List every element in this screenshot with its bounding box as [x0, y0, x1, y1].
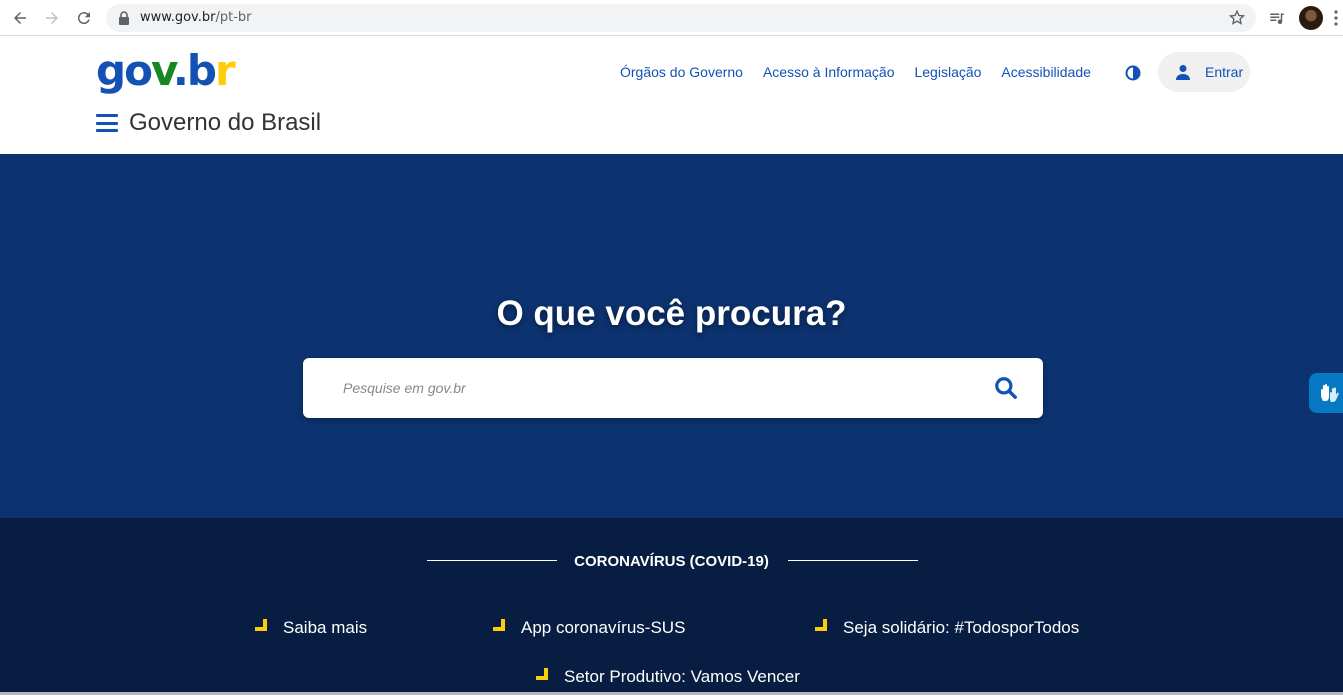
search-icon[interactable] — [993, 375, 1019, 401]
search-input[interactable] — [343, 376, 943, 400]
covid-link-app-coronavirus[interactable]: App coronavírus-SUS — [493, 618, 685, 638]
browser-toolbar: www.gov.br/pt-br — [0, 0, 1343, 36]
hamburger-menu-icon[interactable] — [96, 114, 118, 132]
user-icon — [1176, 65, 1190, 80]
lock-icon — [119, 11, 129, 25]
search-box — [303, 358, 1043, 418]
menu-row: Governo do Brasil — [96, 109, 321, 137]
nav-acesso-a-informacao[interactable]: Acesso à Informação — [763, 64, 895, 80]
site-header: gov.br Órgãos do Governo Acesso à Inform… — [0, 37, 1343, 154]
covid-link-seja-solidario[interactable]: Seja solidário: #TodosporTodos — [815, 618, 1079, 638]
url-text: www.gov.br/pt-br — [140, 10, 252, 25]
gov-br-logo[interactable]: gov.br — [96, 45, 236, 97]
covid-link-saiba-mais[interactable]: Saiba mais — [255, 618, 367, 638]
reload-icon[interactable] — [72, 6, 96, 30]
covid-title: CORONAVÍRUS (COVID-19) — [574, 553, 769, 570]
covid-link-setor-produtivo[interactable]: Setor Produtivo: Vamos Vencer — [536, 667, 800, 687]
contrast-icon[interactable] — [1125, 65, 1141, 81]
bullet-mark-icon — [493, 619, 505, 631]
kebab-icon[interactable] — [1334, 10, 1338, 26]
bullet-mark-icon — [815, 619, 827, 631]
covid-section: CORONAVÍRUS (COVID-19) Saiba mais App co… — [0, 518, 1343, 695]
forward-icon[interactable] — [40, 6, 64, 30]
vlibras-hands-icon[interactable] — [1309, 373, 1343, 413]
divider — [788, 560, 918, 561]
address-bar[interactable]: www.gov.br/pt-br — [106, 4, 1256, 32]
media-icon[interactable] — [1268, 9, 1286, 27]
nav-orgaos-do-governo[interactable]: Órgãos do Governo — [620, 64, 743, 80]
top-nav: Órgãos do Governo Acesso à Informação Le… — [620, 64, 1111, 80]
hero-section: O que você procura? — [0, 154, 1343, 518]
nav-legislacao[interactable]: Legislação — [914, 64, 981, 80]
avatar[interactable] — [1299, 6, 1323, 30]
star-icon[interactable] — [1228, 9, 1246, 27]
site-title: Governo do Brasil — [129, 109, 322, 136]
login-button[interactable]: Entrar — [1158, 52, 1250, 92]
covid-link-label: Setor Produtivo: Vamos Vencer — [564, 667, 800, 686]
bullet-mark-icon — [536, 668, 548, 680]
login-label: Entrar — [1205, 64, 1244, 80]
nav-acessibilidade[interactable]: Acessibilidade — [1001, 64, 1091, 80]
bullet-mark-icon — [255, 619, 267, 631]
back-icon[interactable] — [8, 6, 32, 30]
hero-heading: O que você procura? — [496, 294, 847, 333]
covid-link-label: App coronavírus-SUS — [521, 618, 686, 637]
covid-link-label: Seja solidário: #TodosporTodos — [843, 618, 1080, 637]
covid-link-label: Saiba mais — [283, 618, 368, 637]
